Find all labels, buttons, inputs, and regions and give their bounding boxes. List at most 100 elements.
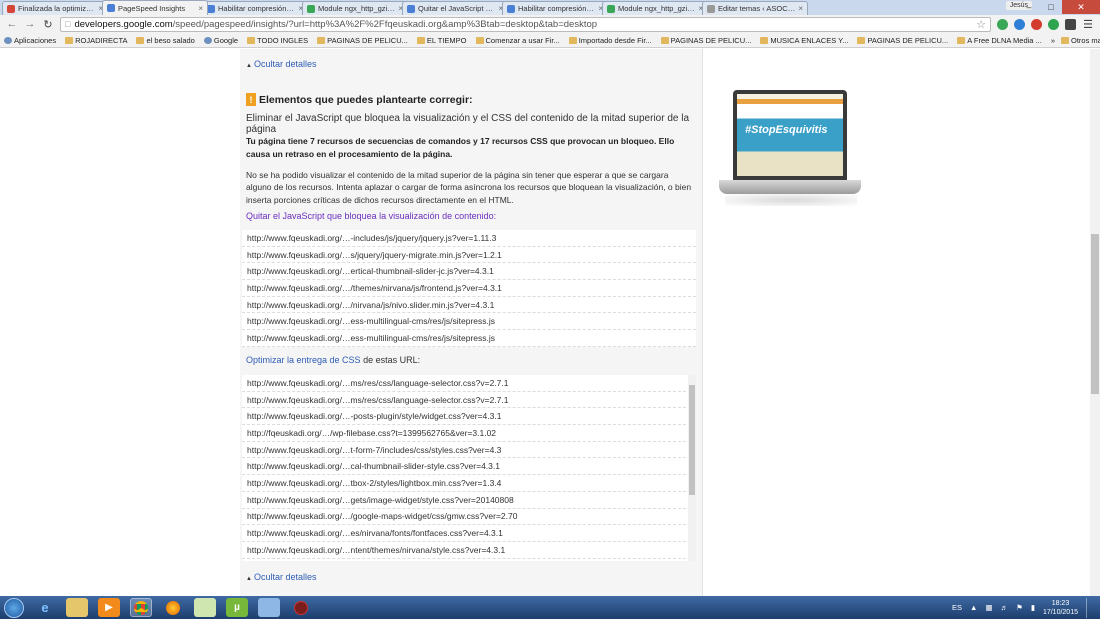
optimize-css-suffix: de estas URL: [360, 355, 421, 365]
bookmark-label: Aplicaciones [14, 35, 57, 45]
tab-title: PageSpeed Insights [118, 3, 186, 13]
tab-favicon-icon [607, 4, 615, 13]
remove-js-link[interactable]: Quitar el JavaScript que bloquea la visu… [246, 211, 496, 221]
folder-icon [1060, 36, 1069, 44]
url-row: http://www.fqeuskadi.org/…/google-maps-w… [242, 509, 696, 526]
media-player-icon[interactable]: ▶ [98, 598, 120, 617]
url-row: http://www.fqeuskadi.org/…ms/res/css/lan… [242, 392, 696, 409]
menu-icon[interactable]: ☰ [1082, 18, 1094, 31]
pagespeed-extension-icon[interactable] [1014, 18, 1025, 30]
browser-tab[interactable]: Finalizada la optimización × [2, 1, 108, 15]
bookmark-item[interactable]: Importado desde Fir... [568, 36, 652, 45]
laptop-shadow [725, 194, 857, 206]
browser-tab[interactable]: Habilitar compresión | Pa × [202, 1, 308, 15]
bookmarks-more-icon[interactable]: » [1051, 36, 1055, 45]
chrome-icon[interactable] [130, 598, 152, 617]
browser-tab[interactable]: Quitar el JavaScript que b× [402, 1, 508, 15]
game-icon[interactable] [290, 598, 312, 617]
show-desktop-button[interactable] [1086, 597, 1092, 618]
bookmark-item[interactable]: EL TIEMPO [416, 35, 467, 45]
forward-arrow-icon[interactable]: → [24, 18, 36, 30]
system-tray: ES ▲ ▦ ♬ ⚑ ▮ 18:23 17/10/2015 [952, 597, 1100, 618]
bookmark-folder-icon [136, 36, 145, 44]
bookmark-item[interactable]: PAGINAS DE PELICU... [857, 36, 948, 45]
clock[interactable]: 18:23 17/10/2015 [1043, 599, 1078, 617]
bookmark-folder-icon [475, 36, 484, 44]
document-icon[interactable] [258, 598, 280, 617]
start-button-icon[interactable] [4, 597, 24, 618]
preview-hashtag: #StopEsquivitis [745, 123, 828, 136]
bookmark-item[interactable]: TODO INGLES [247, 36, 308, 45]
window-controls: – □ ✕ [1018, 0, 1100, 14]
minimize-icon[interactable]: – [1018, 0, 1040, 14]
internet-explorer-icon[interactable]: e [34, 598, 56, 617]
clock-time: 18:23 [1051, 599, 1070, 607]
flag-icon[interactable]: ⚑ [1016, 603, 1023, 612]
tab-favicon-icon [307, 4, 315, 13]
utorrent-icon[interactable]: µ [226, 598, 248, 617]
network-icon[interactable]: ▦ [985, 603, 992, 612]
bookmark-item[interactable]: MUSICA ENLACES Y... [760, 36, 848, 45]
browser-tab[interactable]: PageSpeed Insights × [102, 0, 208, 15]
tab-close-icon[interactable]: × [198, 4, 203, 13]
close-window-icon[interactable]: ✕ [1062, 0, 1100, 14]
bookmark-item[interactable]: PAGINAS DE PELICU... [317, 36, 408, 45]
hide-details-label: Ocultar detalles [253, 59, 317, 69]
optimize-css-link[interactable]: Optimizar la entrega de CSS [246, 355, 361, 365]
hide-details-link-bottom[interactable]: ▲ Ocultar detalles [246, 572, 316, 582]
clock-date: 17/10/2015 [1042, 608, 1078, 616]
back-arrow-icon[interactable]: ← [6, 18, 18, 30]
notepad-icon[interactable] [194, 598, 216, 617]
rule-description: No se ha podido visualizar el contenido … [246, 170, 692, 205]
bookmark-item[interactable]: Aplicaciones [4, 36, 56, 45]
other-bookmarks[interactable]: Otros marcadores [1060, 36, 1100, 45]
rule-summary: Tu página tiene 7 recursos de secuencias… [246, 136, 675, 159]
url-row: http://www.fqeuskadi.org/…t-form-7/inclu… [242, 442, 696, 459]
reload-icon[interactable]: ↻ [42, 18, 54, 31]
browser-tab[interactable]: Module ngx_http_gzip_mo× [602, 1, 708, 15]
windows-taskbar: e ▶ µ ES ▲ ▦ ♬ ⚑ ▮ 18:23 17/10/2015 [0, 596, 1100, 619]
url-row: http://www.fqeuskadi.org/…/themes/nirvan… [242, 280, 696, 297]
browser-tab[interactable]: Editar temas ‹ ASOCIACI × [702, 1, 808, 15]
heading-text: Elementos que puedes plantearte corregir… [259, 93, 473, 106]
bookmark-item[interactable]: el beso salado [136, 36, 195, 45]
bookmark-label: Comenzar a usar Fir... [485, 35, 560, 45]
bookmark-item[interactable]: PAGINAS DE PELICU... [660, 36, 751, 45]
adblock-icon[interactable] [1031, 18, 1042, 30]
file-explorer-icon[interactable] [66, 598, 88, 617]
bookmark-star-icon[interactable]: ☆ [976, 18, 986, 31]
bookmark-item[interactable]: Google [203, 36, 238, 45]
bookmark-item[interactable]: ROJADIRECTA [65, 36, 127, 45]
signal-icon[interactable]: ▮ [1031, 603, 1035, 612]
url-row: http://www.fqeuskadi.org/…ntent/themes/n… [242, 542, 696, 559]
css-list-scroll-thumb[interactable] [689, 385, 695, 495]
address-bar[interactable]: □ developers.google.com/speed/pagespeed/… [60, 16, 991, 32]
extension-dark-icon[interactable] [1065, 18, 1076, 30]
rule-title[interactable]: Eliminar el JavaScript que bloquea la vi… [246, 113, 696, 135]
page-scroll-thumb[interactable] [1091, 234, 1099, 394]
browser-tab[interactable]: Module ngx_http_gzip_mo× [302, 1, 408, 15]
bookmark-label: EL TIEMPO [426, 35, 467, 45]
volume-icon[interactable]: ♬ [1001, 603, 1009, 612]
bookmark-item[interactable]: Comenzar a usar Fir... [475, 35, 560, 45]
language-indicator[interactable]: ES [952, 603, 962, 612]
page-scrollbar[interactable] [1090, 49, 1100, 596]
firefox-icon[interactable] [162, 598, 184, 617]
extension-green-circle-icon[interactable] [1048, 18, 1059, 30]
tab-close-icon[interactable]: × [798, 4, 803, 13]
browser-toolbar: ← → ↻ □ developers.google.com/speed/page… [0, 15, 1100, 33]
url-row: http://www.fqeuskadi.org/…ertical-thumbn… [242, 263, 696, 281]
bookmark-label: ROJADIRECTA [75, 35, 128, 45]
browser-tab[interactable]: Habilitar compresión | Pa × [502, 1, 608, 15]
extension-green-icon[interactable] [997, 18, 1008, 30]
tray-arrow-icon[interactable]: ▲ [970, 603, 977, 612]
hide-details-link-top[interactable]: ▲ Ocultar detalles [246, 59, 316, 69]
maximize-icon[interactable]: □ [1040, 0, 1062, 14]
css-url-list[interactable]: http://www.fqeuskadi.org/…ms/res/css/lan… [242, 375, 696, 561]
bookmark-item[interactable]: A Free DLNA Media ... [957, 36, 1042, 45]
bookmark-folder-icon [203, 36, 212, 44]
css-list-scrollbar[interactable] [688, 375, 696, 561]
laptop-base [719, 180, 861, 194]
results-panel: ▲ Ocultar detalles ! Elementos que puedes… [240, 49, 702, 596]
preview-screen: #StopEsquivitis [737, 94, 843, 176]
